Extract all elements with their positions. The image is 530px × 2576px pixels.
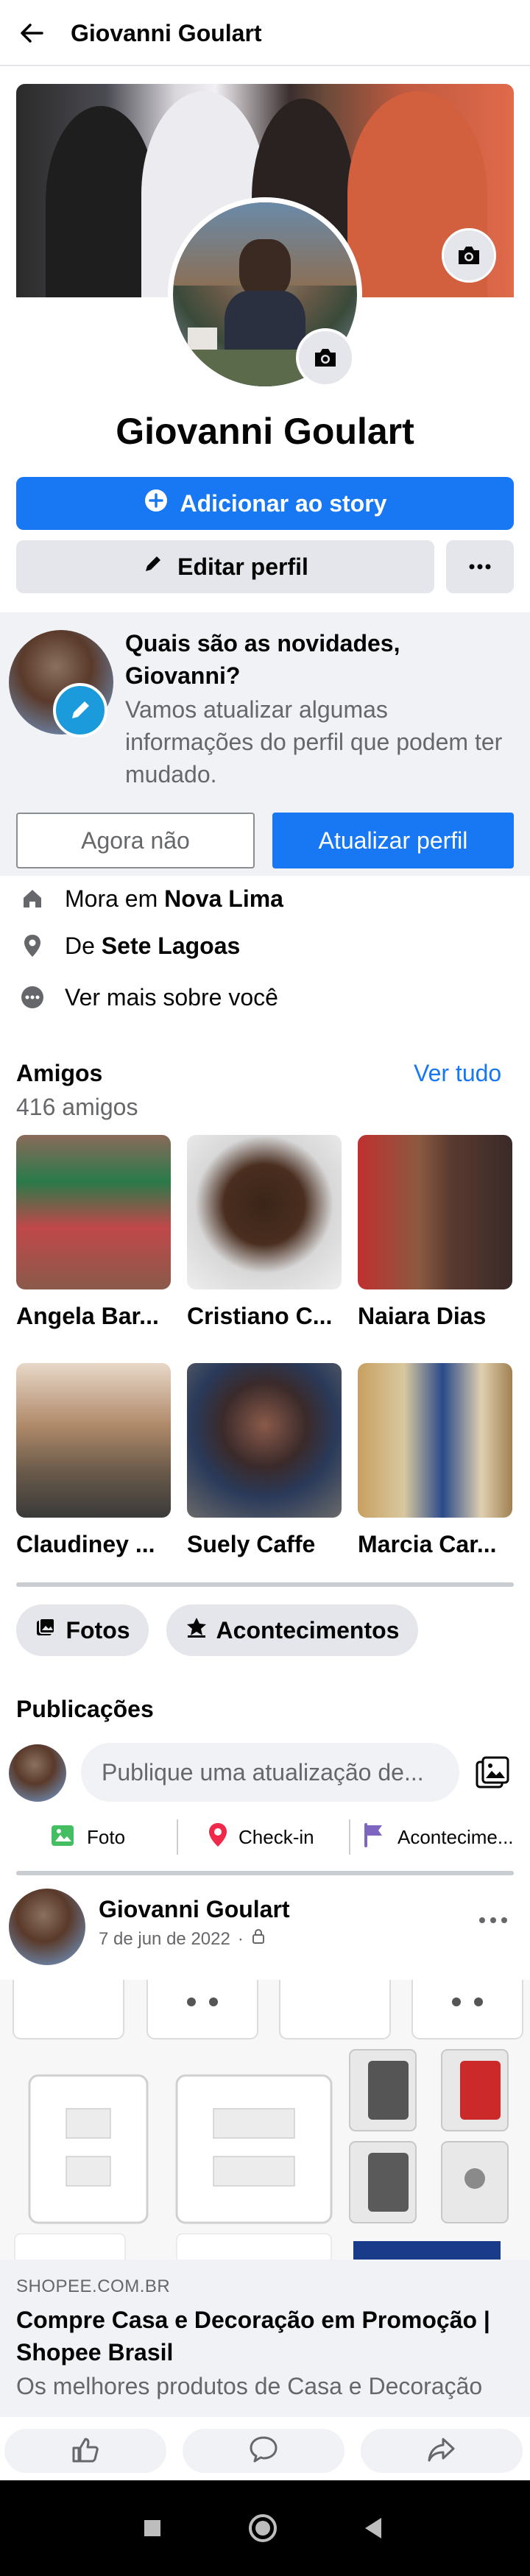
star-flag-icon: [186, 1616, 208, 1644]
friend-photo[interactable]: [358, 1363, 512, 1518]
friend-name[interactable]: Marcia Car...: [358, 1528, 520, 1560]
more-options-button[interactable]: [446, 540, 514, 593]
add-story-label: Adicionar ao story: [180, 489, 387, 517]
recents-square-icon[interactable]: [127, 2502, 178, 2554]
pencil-icon: [142, 553, 164, 581]
event-action-label: Acontecime...: [398, 1825, 514, 1848]
friends-title: Amigos: [16, 1060, 103, 1086]
thumbs-up-icon: [69, 2433, 102, 2469]
page-title: Giovanni Goulart: [71, 20, 262, 46]
more-dots-circle-icon: [16, 981, 49, 1013]
share-icon: [425, 2433, 458, 2469]
from-city[interactable]: Sete Lagoas: [102, 933, 241, 959]
lives-city[interactable]: Nova Lima: [164, 885, 283, 912]
detail-lives-in: Mora em Nova Lima: [16, 880, 517, 917]
lock-icon: [251, 1927, 266, 1952]
like-button[interactable]: [4, 2429, 166, 2473]
lives-prefix: Mora em: [65, 885, 158, 912]
arrow-left-icon[interactable]: [15, 16, 49, 50]
composer-avatar: [9, 1744, 66, 1802]
see-all-friends-link[interactable]: Ver tudo: [414, 1057, 501, 1089]
friend-name[interactable]: Naiara Dias: [358, 1300, 520, 1332]
detail-from: De Sete Lagoas: [16, 927, 517, 964]
not-now-button[interactable]: Agora não: [16, 813, 255, 868]
see-more-about-link[interactable]: Ver mais sobre você: [16, 979, 517, 1016]
posts-title: Publicações: [16, 1696, 154, 1722]
events-chip[interactable]: Acontecimentos: [166, 1604, 418, 1656]
friend-name[interactable]: Cristiano C...: [187, 1300, 349, 1332]
more-dots-icon: [478, 1914, 508, 1928]
home-circle-icon[interactable]: [237, 2502, 289, 2554]
link-description: Os melhores produtos de Casa e Decoração: [16, 2373, 483, 2399]
photo-action-label: Foto: [87, 1825, 126, 1848]
friend-photo[interactable]: [358, 1135, 512, 1289]
plus-circle-icon: [144, 488, 169, 519]
events-chip-label: Acontecimentos: [216, 1616, 400, 1643]
post-author-name[interactable]: Giovanni Goulart: [99, 1893, 290, 1925]
post-author-avatar[interactable]: [9, 1889, 85, 1965]
post-date[interactable]: 7 de jun de 2022: [99, 1927, 230, 1952]
edit-profile-label: Editar perfil: [177, 553, 308, 580]
photo-gallery-icon[interactable]: [471, 1752, 514, 1794]
post-composer-input[interactable]: Publique uma atualização de...: [81, 1743, 459, 1802]
from-prefix: De: [65, 932, 95, 959]
checkin-action-label: Check-in: [239, 1825, 314, 1848]
post-options-button[interactable]: [471, 1906, 515, 1936]
friends-count: 416 amigos: [16, 1094, 138, 1120]
home-icon: [16, 882, 49, 915]
share-button[interactable]: [361, 2429, 523, 2473]
camera-icon[interactable]: [296, 328, 355, 387]
location-pin-icon: [16, 930, 49, 962]
photo-icon: [50, 1822, 77, 1853]
friend-photo[interactable]: [16, 1363, 171, 1518]
comment-icon: [247, 2433, 280, 2469]
more-dots-icon: [469, 560, 491, 573]
photos-icon: [35, 1616, 57, 1644]
section-divider: [16, 1871, 514, 1875]
flag-icon: [362, 1822, 387, 1853]
see-more-label: Ver mais sobre você: [65, 983, 278, 1011]
friend-name[interactable]: Angela Bar...: [16, 1300, 178, 1332]
section-divider: [16, 1582, 514, 1587]
back-triangle-icon[interactable]: [347, 2502, 399, 2554]
post-link-image[interactable]: [0, 1980, 530, 2260]
photos-chip[interactable]: Fotos: [16, 1604, 149, 1656]
location-pin-icon: [208, 1822, 228, 1853]
camera-icon[interactable]: [442, 228, 496, 283]
friend-name[interactable]: Suely Caffe: [187, 1528, 349, 1560]
action-separator: [349, 1819, 350, 1855]
friend-photo[interactable]: [187, 1363, 342, 1518]
friend-name[interactable]: Claudiney ...: [16, 1528, 178, 1560]
action-separator: [177, 1819, 178, 1855]
link-domain: SHOPEE.COM.BR: [16, 2276, 171, 2296]
photo-action-button[interactable]: Foto: [50, 1818, 125, 1856]
event-action-button[interactable]: Acontecime...: [362, 1818, 514, 1856]
edit-profile-button[interactable]: Editar perfil: [16, 540, 434, 593]
prompt-title: Quais são as novidades, Giovanni?: [125, 630, 400, 689]
checkin-action-button[interactable]: Check-in: [208, 1818, 314, 1856]
comment-button[interactable]: [183, 2429, 344, 2473]
friend-photo[interactable]: [16, 1135, 171, 1289]
prompt-text: Vamos atualizar algumas informações do p…: [125, 696, 503, 788]
link-title[interactable]: Compre Casa e Decoração em Promoção | Sh…: [16, 2304, 514, 2368]
profile-name: Giovanni Goulart: [116, 411, 414, 452]
friend-photo[interactable]: [187, 1135, 342, 1289]
update-profile-button[interactable]: Atualizar perfil: [272, 813, 514, 868]
meta-separator: ·: [237, 1929, 244, 1949]
photos-chip-label: Fotos: [66, 1616, 130, 1643]
pencil-icon: [53, 683, 107, 737]
add-story-button[interactable]: Adicionar ao story: [16, 477, 514, 530]
post-meta: 7 de jun de 2022 ·: [99, 1927, 266, 1952]
